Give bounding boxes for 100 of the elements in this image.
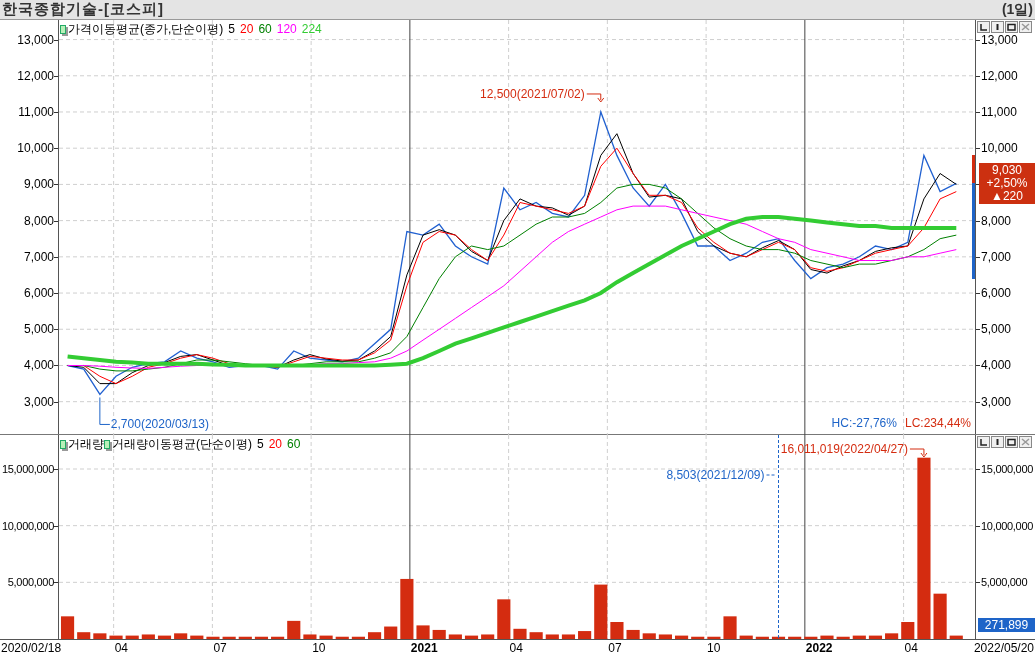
volume-bar [254,636,269,639]
panel-button[interactable] [991,436,1004,448]
volume-bar [901,622,915,639]
volume-bar [578,631,592,639]
volume-bar [416,625,430,639]
axis-label: 04 [509,640,523,657]
corner-icon [979,23,988,31]
volume-bar [852,635,866,639]
close-icon [1021,438,1030,446]
legend-period: 60 [258,22,272,36]
leader-line [766,474,777,476]
change-percent: +2,50% [986,177,1028,191]
legend-period: 20 [240,22,254,36]
panel-button[interactable] [1005,436,1018,448]
legend-swatch-icon [104,439,110,449]
axis-label: 5,000 [23,322,54,337]
volume-bar [513,628,527,639]
axis-label: 7,000 [981,249,1012,264]
axis-label: 4,000 [23,358,54,373]
volume-bar [626,629,640,639]
volume-bar [691,636,705,639]
volume-bar [675,635,689,639]
axis-label: 15,000,000 [1,462,54,476]
current-price: 9,030 [992,164,1022,178]
volume-bar [464,635,479,639]
volume-bar [755,636,769,639]
axis-label: 13,000 [17,32,54,47]
axis-label: 9,000 [23,177,54,192]
legend-label: 가격이동평균(종가,단순이평) [68,22,224,36]
square-icon [1007,438,1016,446]
axis-label: 10,000,000 [981,518,1034,533]
volume-bar [368,632,382,639]
volume-bar [788,636,802,639]
volume-tag: 271,899 [978,618,1035,632]
axis-label: 8,000 [23,213,54,228]
volume-bar [319,635,333,639]
volume-bar [836,636,850,639]
volume-bar [707,636,721,639]
axis-label: 12,000 [981,68,1018,83]
window-title: 한국종합기술-[코스피] [2,0,164,20]
volume-bar [497,599,511,639]
panel-button[interactable] [991,21,1004,33]
annotation-label: 12,500(2021/07/02) [480,87,585,101]
panel-button[interactable] [1005,21,1018,33]
legend-label: 거래량이동평균(단순이평) [112,437,252,451]
annotation-label: 2,700(2020/03/13) [110,417,209,432]
axis-label: 10,000 [981,141,1018,156]
change-amount: ▲220 [991,190,1023,204]
legend-period: 5 [257,437,264,451]
volume-bar [481,634,495,639]
volume-bar [885,633,899,639]
axis-label: 5,000,000 [7,575,54,590]
volume-bar [93,633,107,639]
legend-swatch-icon [60,24,66,34]
volume-bar [868,635,883,639]
axis-label: 2021 [410,640,438,657]
legend-label: 거래량 [68,437,104,451]
leader-line [99,396,111,425]
axis-label: 07 [213,640,227,657]
volume-bar [335,636,349,639]
panel-button[interactable] [977,436,990,448]
axis-label: 4,000 [981,358,1012,373]
volume-bar [739,635,753,639]
axis-label: 04 [114,640,128,657]
volume-bar [804,636,818,639]
volume-bar [594,584,608,639]
volume-bar [545,634,559,639]
axis-label: 07 [608,640,622,657]
annotation-label: 8,503(2021/12/09) [666,468,765,482]
axis-label: 2022 [805,640,833,657]
legend-period: 20 [268,437,283,451]
corner-icon [979,438,988,446]
leader-line [909,448,928,458]
axis-label: 13,000 [981,32,1018,47]
axis-label: 11,000 [18,104,54,119]
axis-label: 6,000 [23,286,54,301]
axis-label: 8,000 [981,213,1012,228]
axis-label: 10 [312,640,326,657]
range-stat: HC:-27,76% [831,415,897,432]
volume-bar [610,622,624,639]
volume-bar [157,635,172,639]
axis-label: 15,000,000 [981,462,1034,476]
square-icon [1007,23,1016,31]
axis-label: 11,000 [981,104,1017,119]
volume-bar [287,620,301,639]
axis-label: 3,000 [981,394,1012,409]
volume-bar [658,634,672,639]
legend-period: 60 [287,437,301,451]
annotation-label: 16,011,019(2022/04/27) [780,442,908,456]
volume-bar [303,634,317,639]
axis-label: 10 [707,640,721,657]
volume-bar [432,629,446,639]
volume-bar [222,636,236,639]
volume-bar [384,626,398,639]
panel-button[interactable] [977,21,990,33]
volume-bar [238,636,252,639]
legend-period: 5 [228,22,235,36]
volume-bar [820,635,834,639]
axis-label: 2022/05/20 [973,640,1034,657]
volume-bar [109,635,123,639]
